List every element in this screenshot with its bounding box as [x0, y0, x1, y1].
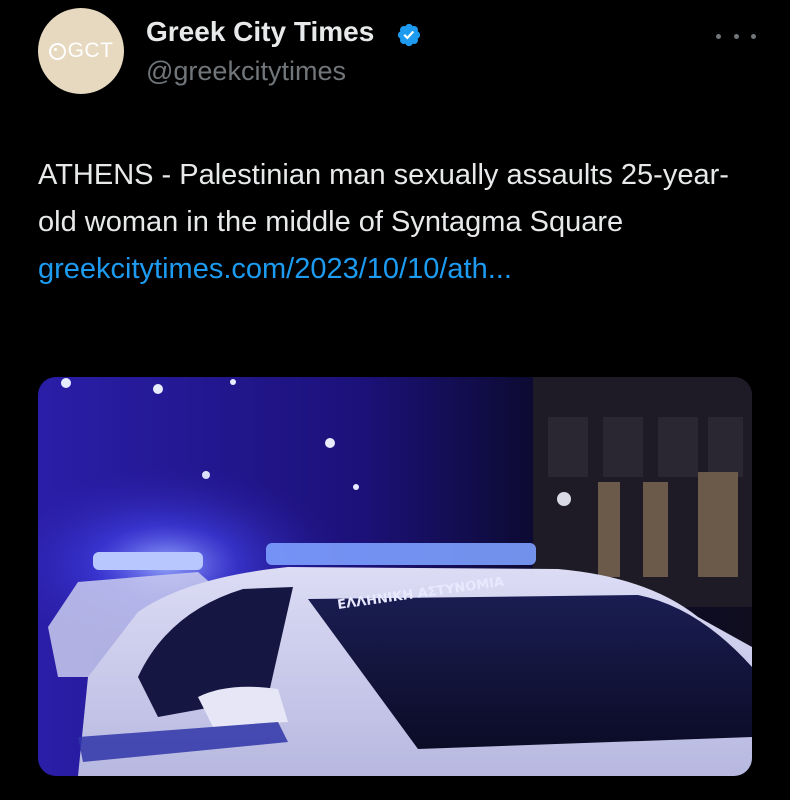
avatar[interactable]: GCT — [38, 8, 124, 94]
avatar-logo-text: GCT — [67, 39, 114, 62]
more-options-icon[interactable] — [716, 26, 756, 46]
avatar-logo-ring-icon — [48, 42, 66, 60]
more-dot — [751, 33, 756, 39]
tweet-body-text: ATHENS - Palestinian man sexually assaul… — [38, 159, 729, 238]
tweet-link[interactable]: greekcitytimes.com/2023/10/10/ath... — [38, 253, 512, 285]
tweet[interactable]: GCT Greek City Times @greekcitytimes ATH… — [0, 0, 790, 800]
police-car-photo: ΕΛΛΗΝΙΚΗ ΑΣΤΥΝΟΜΙΑ — [38, 377, 752, 776]
tweet-media-image[interactable]: ΕΛΛΗΝΙΚΗ ΑΣΤΥΝΟΜΙΑ — [38, 377, 752, 776]
author-display-name[interactable]: Greek City Times — [146, 16, 374, 48]
tweet-text: ATHENS - Palestinian man sexually assaul… — [38, 152, 758, 293]
more-dot — [733, 33, 739, 39]
author-handle[interactable]: @greekcitytimes — [146, 56, 346, 87]
verified-badge-icon — [397, 23, 421, 47]
avatar-logo: GCT — [38, 8, 124, 94]
more-dot — [716, 33, 721, 39]
